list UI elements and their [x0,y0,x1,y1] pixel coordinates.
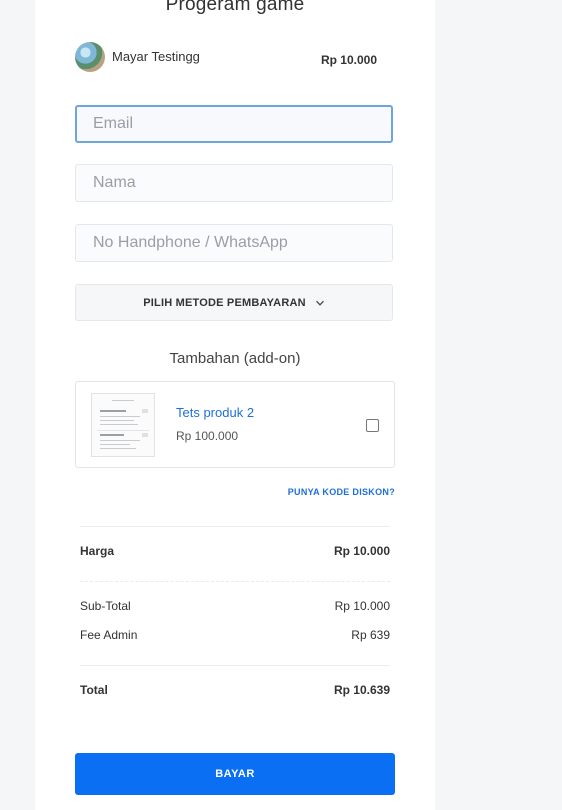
price-label: Harga [80,544,115,558]
pay-button[interactable]: BAYAR [75,753,395,795]
price-value: Rp 10.000 [333,544,390,558]
email-input[interactable] [77,107,391,141]
addon-price: Rp 100.000 [176,429,239,443]
subtotal-value: Rp 10.000 [334,599,390,613]
name-field[interactable] [75,164,393,202]
payment-method-dropdown[interactable]: PILIH METODE PEMBAYARAN [75,284,393,321]
chevron-down-icon [315,300,324,306]
product-price: Rp 10.000 [320,53,377,67]
discount-code-link[interactable]: PUNYA KODE DISKON? [288,487,395,497]
seller-row: Mayar Testingg Rp 10.000 [75,42,395,72]
subtotal-label: Sub-Total [80,599,131,613]
divider [80,526,390,527]
divider [80,581,390,582]
divider [80,665,390,666]
email-field[interactable] [75,105,393,143]
total-label: Total [80,683,108,697]
product-title: Progeram game [165,0,305,15]
addon-name-link[interactable]: Tets produk 2 [176,405,254,420]
phone-input[interactable] [76,225,392,261]
name-input[interactable] [76,165,392,201]
fee-label: Fee Admin [80,628,138,642]
payment-method-label: PILIH METODE PEMBAYARAN [143,296,306,309]
addon-item[interactable]: Tets produk 2 Rp 100.000 [75,381,395,468]
seller-avatar [75,42,105,72]
total-value: Rp 10.639 [333,683,390,697]
seller-name: Mayar Testingg [112,49,200,64]
fee-value: Rp 639 [351,628,390,642]
addon-thumbnail [91,393,155,457]
checkout-card: Progeram game Mayar Testingg Rp 10.000 P… [35,0,435,810]
phone-field[interactable] [75,224,393,262]
addon-section-title: Tambahan (add-on) [169,350,301,367]
addon-checkbox[interactable] [366,419,379,432]
